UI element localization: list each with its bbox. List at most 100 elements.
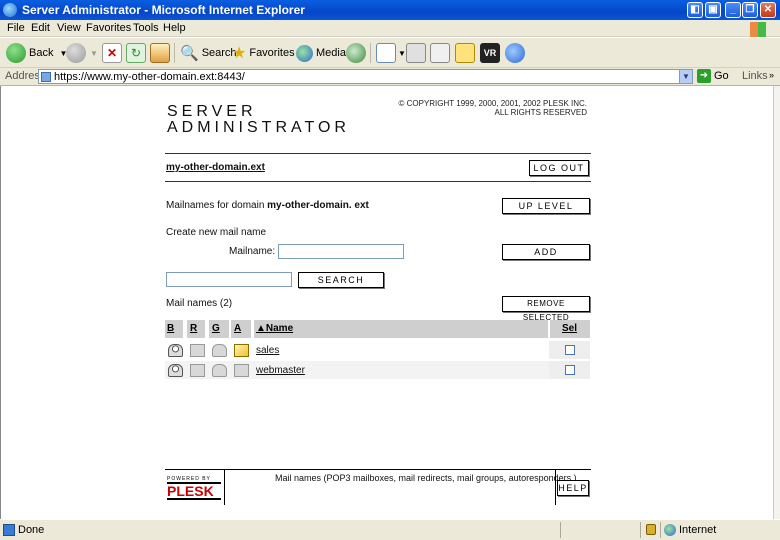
address-input[interactable]: https://www.my-other-domain.ext:8443/ ▼ — [38, 69, 693, 84]
up-level-button[interactable]: UP LEVEL — [502, 198, 590, 214]
print-icon — [406, 43, 426, 63]
plesk-text: PLESK — [167, 482, 221, 500]
status-divider — [660, 522, 661, 538]
mail-button[interactable]: ▼ — [376, 42, 406, 64]
copyright-line-2: ALL RIGHTS RESERVED — [494, 108, 587, 117]
remove-selected-button[interactable]: REMOVE SELECTED — [502, 296, 590, 322]
search-button[interactable]: 🔍 Search — [180, 42, 237, 64]
messenger-button[interactable] — [505, 42, 525, 64]
toolbar-separator-2 — [370, 43, 371, 63]
autoresponder-icon[interactable] — [234, 364, 249, 377]
col-b-label[interactable]: B — [167, 323, 174, 334]
mailname-link[interactable]: webmaster — [256, 365, 305, 376]
add-button[interactable]: ADD — [502, 244, 590, 260]
chevron-right-icon[interactable]: » — [769, 70, 774, 80]
messenger-icon — [505, 43, 525, 63]
redirect-icon[interactable] — [190, 344, 205, 357]
group-icon[interactable] — [212, 344, 227, 357]
menu-edit[interactable]: Edit — [31, 22, 50, 34]
favorites-label: Favorites — [249, 47, 295, 59]
col-header-g[interactable]: G — [209, 320, 229, 338]
mail-dropdown-icon[interactable]: ▼ — [398, 49, 406, 58]
vr-icon: VR — [480, 43, 500, 63]
search-icon: 🔍 — [180, 45, 199, 62]
address-url: https://www.my-other-domain.ext:8443/ — [54, 71, 245, 83]
logo-line-2: ADMINISTRATOR — [167, 119, 350, 136]
go-label: Go — [714, 70, 729, 82]
back-arrow-icon — [6, 43, 26, 63]
mailname-input[interactable] — [278, 244, 404, 259]
col-name-label[interactable]: ▲Name — [256, 323, 293, 334]
forward-button[interactable]: ▼ — [66, 42, 98, 64]
mailbox-user-icon[interactable] — [168, 364, 183, 377]
maximize-button[interactable]: ❐ — [742, 2, 758, 18]
refresh-icon: ↻ — [126, 43, 146, 63]
go-button[interactable]: ➜ Go — [697, 69, 729, 83]
table-row: webmaster — [165, 361, 590, 379]
window-switch-icon[interactable]: ▣ — [705, 2, 721, 18]
status-bar: Done Internet — [0, 519, 780, 540]
back-button[interactable]: Back ▼ — [6, 42, 67, 64]
mailbox-user-icon[interactable] — [168, 344, 183, 357]
search-button-page[interactable]: SEARCH — [298, 272, 384, 288]
select-cell — [549, 361, 590, 379]
col-header-a[interactable]: A — [231, 320, 251, 338]
col-a-label[interactable]: A — [234, 323, 241, 334]
home-icon — [150, 43, 170, 63]
refresh-button[interactable]: ↻ — [126, 42, 146, 64]
redirect-icon[interactable] — [190, 364, 205, 377]
links-toolbar[interactable]: Links — [742, 70, 768, 82]
domain-link[interactable]: my-other-domain.ext — [166, 162, 265, 173]
address-dropdown-icon[interactable]: ▼ — [679, 70, 692, 83]
col-header-sel[interactable]: Sel — [550, 320, 590, 338]
history-button[interactable] — [346, 42, 366, 64]
col-sel-label[interactable]: Sel — [562, 323, 577, 334]
divider-bottom — [165, 181, 591, 182]
restore-small-icon[interactable]: ◧ — [687, 2, 703, 18]
mailnames-domain: my-other-domain. ext — [267, 200, 369, 211]
menu-file[interactable]: File — [7, 22, 25, 34]
mail-icon — [376, 43, 396, 63]
mail-names-count: Mail names (2) — [166, 298, 233, 309]
address-bar: Address https://www.my-other-domain.ext:… — [0, 68, 780, 86]
minimize-button[interactable]: _ — [725, 2, 741, 18]
group-icon[interactable] — [212, 364, 227, 377]
col-header-name[interactable]: ▲Name — [254, 320, 548, 338]
col-header-b[interactable]: B — [165, 320, 183, 338]
media-button[interactable]: Media — [296, 42, 346, 64]
help-button[interactable]: HELP — [557, 480, 589, 496]
select-checkbox[interactable] — [565, 365, 575, 375]
favorites-button[interactable]: ★ Favorites — [232, 42, 295, 64]
favorites-star-icon: ★ — [232, 45, 247, 62]
table-row: sales — [165, 341, 590, 359]
close-button[interactable]: ✕ — [760, 2, 776, 18]
window-title-bar[interactable]: Server Administrator - Microsoft Interne… — [0, 0, 780, 20]
powered-by-plesk-logo[interactable]: POWERED BY PLESK — [167, 476, 221, 500]
col-r-label[interactable]: R — [190, 323, 197, 334]
menu-view[interactable]: View — [57, 22, 81, 34]
stop-button[interactable]: ✕ — [102, 42, 122, 64]
footer-separator-left — [224, 469, 225, 505]
autoresponder-icon[interactable] — [234, 344, 249, 357]
menu-favorites[interactable]: Favorites — [86, 22, 131, 34]
search-input[interactable] — [166, 272, 292, 287]
forward-dropdown-icon[interactable]: ▼ — [90, 49, 98, 58]
back-label: Back — [29, 47, 54, 59]
vertical-scrollbar[interactable] — [773, 86, 780, 519]
vr-button[interactable]: VR — [480, 42, 500, 64]
discuss-button[interactable] — [455, 42, 475, 64]
menu-tools[interactable]: Tools — [133, 22, 159, 34]
print-button[interactable] — [406, 42, 426, 64]
mailname-label: Mailname: — [229, 246, 276, 257]
mailnames-prefix: Mailnames for domain — [166, 200, 268, 211]
col-header-r[interactable]: R — [187, 320, 205, 338]
windows-logo-icon — [750, 22, 766, 37]
status-text: Done — [18, 524, 45, 536]
select-checkbox[interactable] — [565, 345, 575, 355]
mailname-link[interactable]: sales — [256, 345, 279, 356]
col-g-label[interactable]: G — [212, 323, 220, 334]
logout-button[interactable]: LOG OUT — [529, 160, 589, 176]
menu-help[interactable]: Help — [163, 22, 186, 34]
edit-button[interactable] — [430, 42, 450, 64]
home-button[interactable] — [150, 42, 170, 64]
